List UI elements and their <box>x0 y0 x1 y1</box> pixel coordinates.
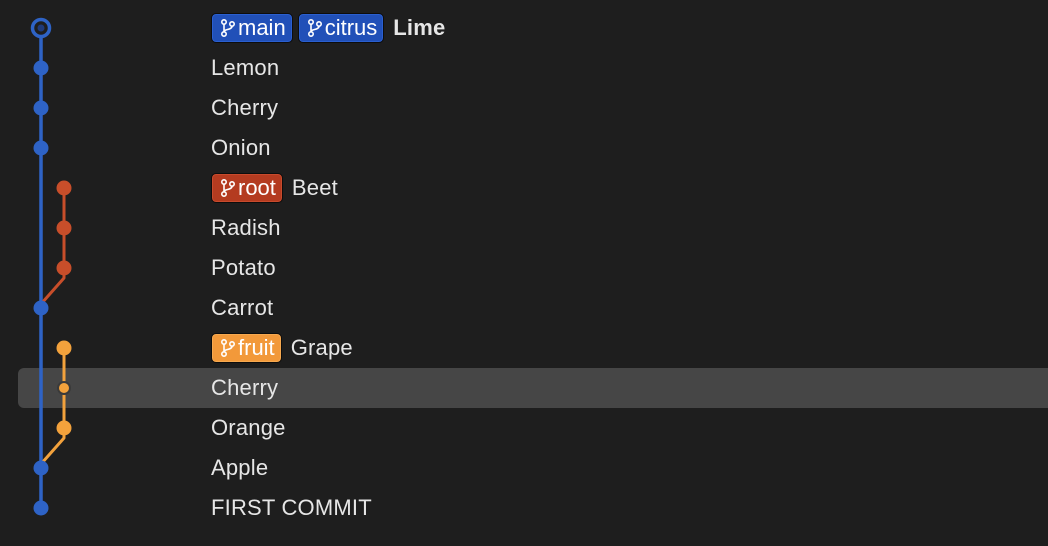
commit-message: Cherry <box>211 95 279 120</box>
commit-message: Lemon <box>211 55 280 80</box>
commit-row-content: Cherry <box>211 88 278 128</box>
commit-message: Lime <box>393 15 446 40</box>
git-branch-icon <box>220 338 236 358</box>
commit-message: Orange <box>211 415 286 440</box>
commit-message: Beet <box>291 175 338 200</box>
commit-dot-icon[interactable] <box>33 500 49 516</box>
commit-graph-view: main citrus Lime Lemon Cherry Onion root Beet Ra… <box>0 0 1048 546</box>
commit-message: Radish <box>211 215 281 240</box>
commit-row-content: Orange <box>211 408 286 448</box>
commit-message: Onion <box>211 135 271 160</box>
commit-dot-icon[interactable] <box>57 381 71 395</box>
git-branch-icon <box>307 18 322 38</box>
branch-badge-label: fruit <box>238 335 275 360</box>
commit-dot-icon[interactable] <box>56 180 72 196</box>
head-commit-center <box>37 24 45 32</box>
commit-row-content: Potato <box>211 248 276 288</box>
commit-dot-icon[interactable] <box>56 420 72 436</box>
branch-badge-label: root <box>238 175 276 200</box>
commit-dot-icon[interactable] <box>33 300 49 316</box>
commit-message: Grape <box>290 335 353 360</box>
branch-badge-fruit[interactable]: fruit <box>211 333 282 363</box>
root-lane-line <box>39 188 66 305</box>
commit-row-content: FIRST COMMIT <box>211 488 372 528</box>
commit-dot-icon[interactable] <box>33 100 49 116</box>
commit-row-content: root Beet <box>211 168 338 208</box>
commit-row-content: Onion <box>211 128 271 168</box>
commit-dot-icon[interactable] <box>33 460 49 476</box>
commit-message: Apple <box>211 455 269 480</box>
commit-message: Carrot <box>211 295 274 320</box>
commit-dot-icon[interactable] <box>56 220 72 236</box>
commit-dot-icon[interactable] <box>33 140 49 156</box>
commit-message: Potato <box>211 255 276 280</box>
commit-row-content: Lemon <box>211 48 279 88</box>
commit-dot-icon[interactable] <box>33 60 49 76</box>
commit-row-content: Radish <box>211 208 281 248</box>
commit-dot-icon[interactable] <box>56 260 72 276</box>
branch-badge-label: main <box>238 15 286 40</box>
fruit-lane-line <box>39 348 66 465</box>
commit-row-content: main citrus Lime <box>211 8 445 48</box>
branch-badge-main[interactable]: main <box>211 13 293 43</box>
branch-badge-root[interactable]: root <box>211 173 283 203</box>
commit-message: Cherry <box>211 375 279 400</box>
git-branch-icon <box>220 178 236 198</box>
branch-badge-label: citrus <box>324 15 378 40</box>
commit-row-content: Carrot <box>211 288 273 328</box>
commit-graph-lanes <box>30 17 72 516</box>
git-branch-icon <box>220 18 236 38</box>
commit-row-content: Apple <box>211 448 268 488</box>
commit-row-content: fruit Grape <box>211 328 353 368</box>
commit-message: FIRST COMMIT <box>211 495 372 520</box>
branch-badge-citrus[interactable]: citrus <box>297 13 385 43</box>
commit-row-content: Cherry <box>211 368 278 408</box>
commit-dot-icon[interactable] <box>56 340 72 356</box>
